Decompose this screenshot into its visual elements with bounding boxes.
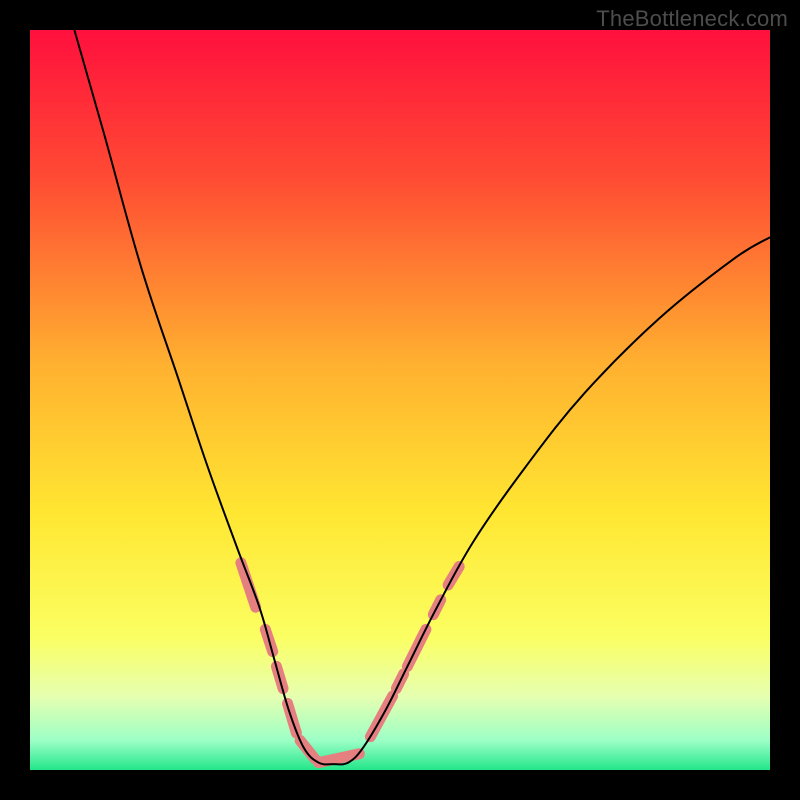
highlight-dash — [241, 563, 256, 607]
watermark-text: TheBottleneck.com — [596, 6, 788, 32]
highlight-segments — [241, 563, 459, 763]
chart-frame: TheBottleneck.com — [0, 0, 800, 800]
curve-layer — [30, 30, 770, 770]
plot-area — [30, 30, 770, 770]
bottleneck-curve — [74, 30, 770, 764]
